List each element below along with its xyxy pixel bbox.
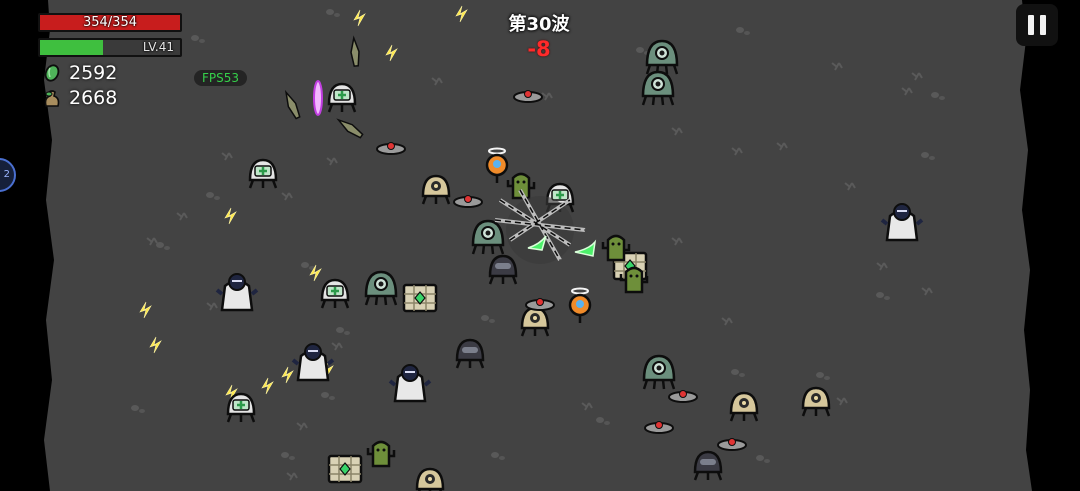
money-count: 2668 [69, 87, 118, 109]
game-screen: 354/354 LV.41 2592 2668 FPS53 第30波 -8 2 [0, 0, 1080, 491]
gem-counter: 2592 [42, 62, 117, 84]
energy-slash [313, 80, 323, 116]
green-gem-icon [44, 64, 60, 82]
wave-label: 第30波 [508, 14, 570, 35]
pause-button[interactable] [1016, 4, 1058, 46]
pause-icon [1028, 15, 1034, 35]
money-counter: 2668 [42, 87, 117, 109]
gem-count: 2592 [69, 62, 118, 84]
health-bar: 354/354 [38, 13, 182, 32]
experience-bar: LV.41 [38, 38, 182, 57]
level-text: LV.41 [142, 40, 174, 54]
money-bag-icon [44, 90, 60, 107]
pause-icon-bar [1040, 15, 1046, 35]
game-arena [44, 0, 1032, 491]
fps-indicator: FPS53 [194, 70, 248, 86]
damage-number: -8 [527, 37, 551, 61]
health-text: 354/354 [82, 15, 137, 30]
